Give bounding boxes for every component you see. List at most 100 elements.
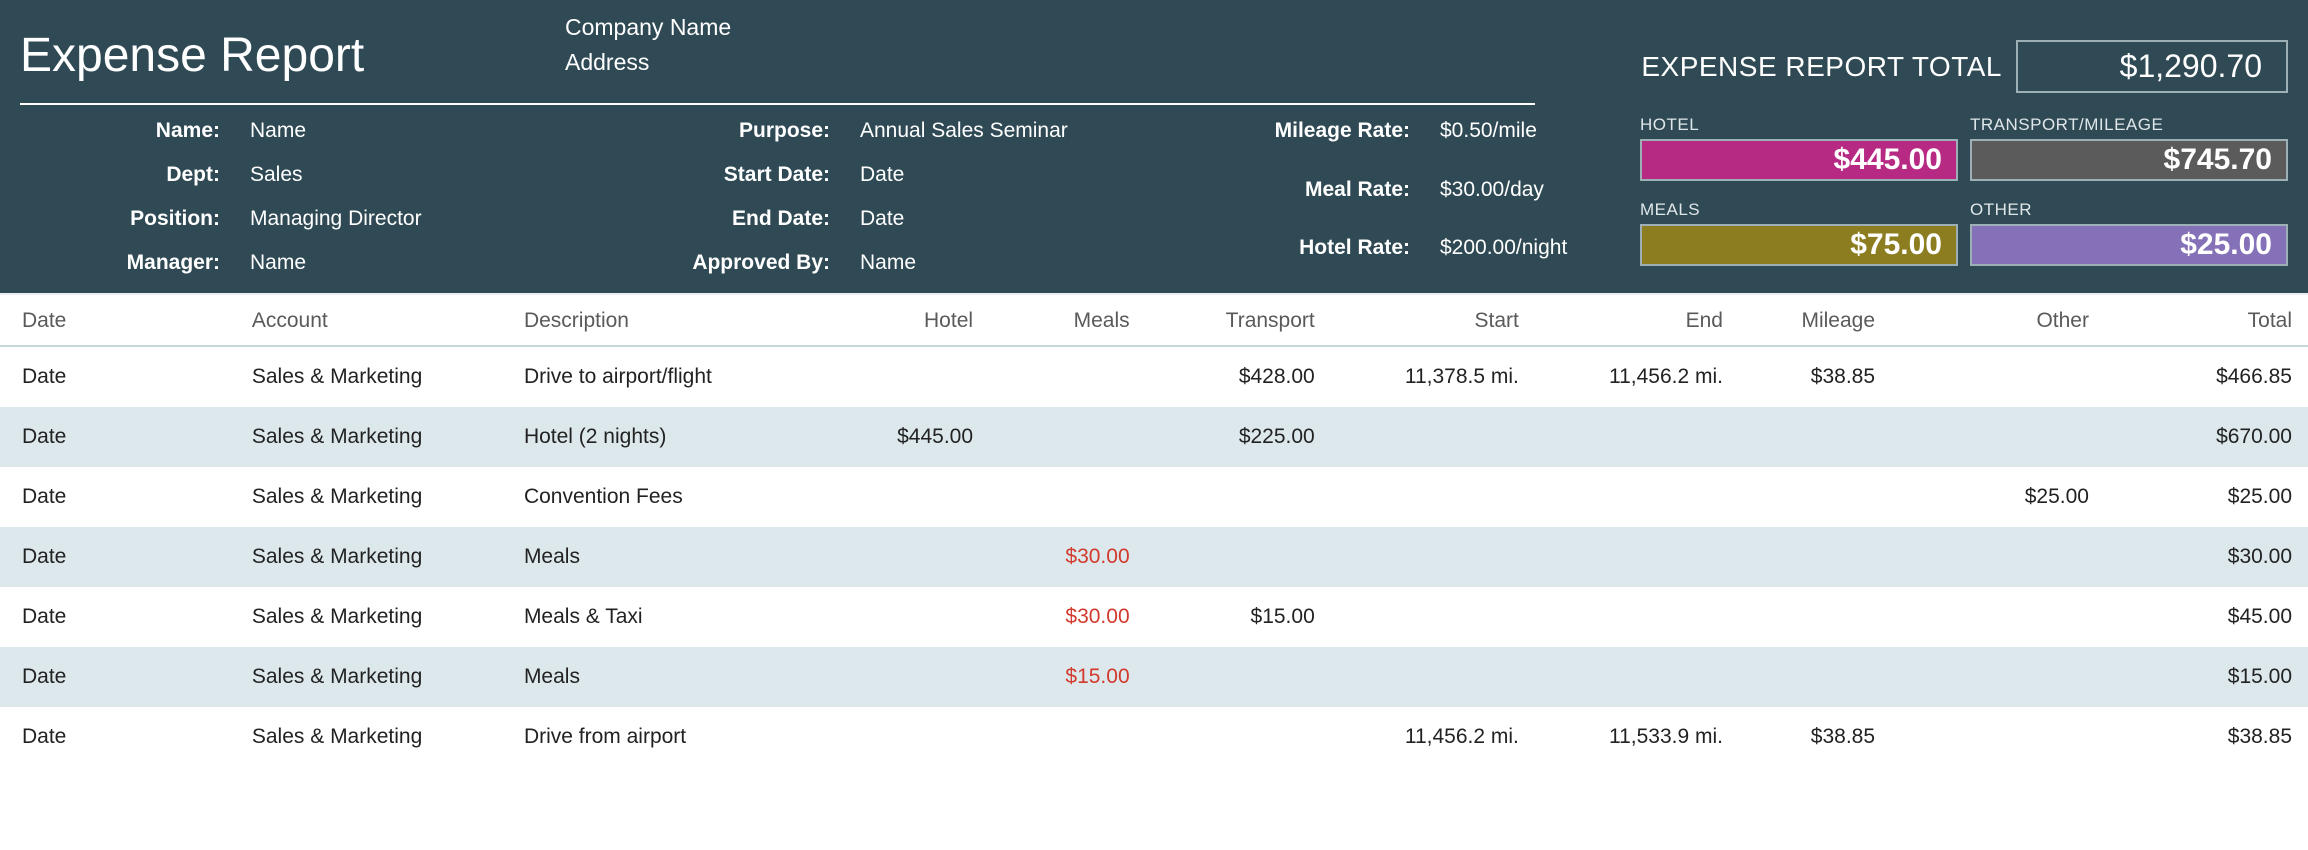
start-date-value: Date — [860, 163, 1170, 187]
cell-hotel — [815, 587, 989, 647]
dept-value: Sales — [250, 163, 570, 187]
cell-end — [1535, 527, 1739, 587]
cell-date: Date — [0, 707, 230, 767]
cell-end — [1535, 587, 1739, 647]
cell-description: Drive to airport/flight — [502, 346, 815, 407]
col-description: Description — [502, 294, 815, 346]
cell-end — [1535, 467, 1739, 527]
col-mileage: Mileage — [1739, 294, 1891, 346]
tile-transport: TRANSPORT/MILEAGE $745.70 — [1970, 115, 2288, 190]
cell-transport — [1146, 527, 1331, 587]
cell-mileage — [1739, 467, 1891, 527]
cell-description: Drive from airport — [502, 707, 815, 767]
tile-hotel-label: HOTEL — [1640, 115, 1958, 135]
dept-label: Dept: — [20, 163, 250, 187]
table-row: DateSales & MarketingMeals & Taxi$30.00$… — [0, 587, 2308, 647]
cell-date: Date — [0, 407, 230, 467]
cell-start — [1331, 647, 1535, 707]
cell-meals: $15.00 — [989, 647, 1146, 707]
cell-mileage: $38.85 — [1739, 707, 1891, 767]
manager-label: Manager: — [20, 251, 250, 275]
col-other: Other — [1891, 294, 2105, 346]
meal-rate-label: Meal Rate: — [1200, 178, 1440, 217]
company-name: Company Name — [565, 14, 1205, 41]
cell-transport: $15.00 — [1146, 587, 1331, 647]
cell-end — [1535, 647, 1739, 707]
cell-transport: $225.00 — [1146, 407, 1331, 467]
company-address: Address — [565, 49, 1205, 76]
cell-account: Sales & Marketing — [230, 407, 502, 467]
position-value: Managing Director — [250, 207, 570, 231]
tile-other-value: $25.00 — [1970, 224, 2288, 266]
cell-total: $45.00 — [2105, 587, 2308, 647]
cell-description: Meals & Taxi — [502, 587, 815, 647]
meal-rate-value: $30.00/day — [1440, 178, 1600, 217]
cell-total: $670.00 — [2105, 407, 2308, 467]
report-header: Expense Report Company Name Address EXPE… — [0, 0, 2308, 293]
position-label: Position: — [20, 207, 250, 231]
cell-other — [1891, 346, 2105, 407]
cell-total: $25.00 — [2105, 467, 2308, 527]
cell-account: Sales & Marketing — [230, 647, 502, 707]
header-info-grid: Name: Name Purpose: Annual Sales Seminar… — [20, 113, 2288, 275]
start-date-label: Start Date: — [570, 163, 860, 187]
cell-other — [1891, 647, 2105, 707]
tile-hotel: HOTEL $445.00 — [1640, 115, 1958, 190]
cell-mileage — [1739, 407, 1891, 467]
hotel-rate-value: $200.00/night — [1440, 236, 1600, 275]
company-block: Company Name Address — [565, 10, 1205, 84]
cell-transport — [1146, 467, 1331, 527]
cell-transport: $428.00 — [1146, 346, 1331, 407]
cell-date: Date — [0, 346, 230, 407]
table-row: DateSales & MarketingConvention Fees$25.… — [0, 467, 2308, 527]
approved-value: Name — [860, 251, 1170, 275]
cell-description: Hotel (2 nights) — [502, 407, 815, 467]
cell-description: Meals — [502, 647, 815, 707]
cell-start — [1331, 587, 1535, 647]
cell-hotel — [815, 707, 989, 767]
cell-other — [1891, 527, 2105, 587]
cell-end: 11,456.2 mi. — [1535, 346, 1739, 407]
cell-meals — [989, 467, 1146, 527]
cell-account: Sales & Marketing — [230, 707, 502, 767]
table-header: Date Account Description Hotel Meals Tra… — [0, 294, 2308, 346]
tile-other: OTHER $25.00 — [1970, 200, 2288, 275]
cell-end: 11,533.9 mi. — [1535, 707, 1739, 767]
cell-meals — [989, 407, 1146, 467]
cell-meals: $30.00 — [989, 587, 1146, 647]
table-row: DateSales & MarketingMeals$30.00$30.00 — [0, 527, 2308, 587]
cell-start — [1331, 527, 1535, 587]
mileage-rate-label: Mileage Rate: — [1200, 119, 1440, 158]
mileage-rate-value: $0.50/mile — [1440, 119, 1600, 158]
hotel-rate-label: Hotel Rate: — [1200, 236, 1440, 275]
cell-hotel — [815, 346, 989, 407]
table-row: DateSales & MarketingHotel (2 nights)$44… — [0, 407, 2308, 467]
cell-account: Sales & Marketing — [230, 587, 502, 647]
name-label: Name: — [20, 119, 250, 143]
cell-total: $38.85 — [2105, 707, 2308, 767]
cell-end — [1535, 407, 1739, 467]
cell-hotel: $445.00 — [815, 407, 989, 467]
end-date-label: End Date: — [570, 207, 860, 231]
col-hotel: Hotel — [815, 294, 989, 346]
cell-description: Meals — [502, 527, 815, 587]
grand-total-label: EXPENSE REPORT TOTAL — [1641, 51, 2002, 83]
cell-account: Sales & Marketing — [230, 467, 502, 527]
cell-other — [1891, 407, 2105, 467]
cell-date: Date — [0, 527, 230, 587]
manager-value: Name — [250, 251, 570, 275]
purpose-value: Annual Sales Seminar — [860, 119, 1170, 143]
expense-report-page: Expense Report Company Name Address EXPE… — [0, 0, 2308, 767]
cell-mileage — [1739, 647, 1891, 707]
header-divider — [20, 103, 1535, 105]
cell-total: $15.00 — [2105, 647, 2308, 707]
cell-description: Convention Fees — [502, 467, 815, 527]
rates-block: Mileage Rate: $0.50/mile Meal Rate: $30.… — [1200, 113, 1600, 275]
table-row: DateSales & MarketingDrive from airport 1… — [0, 707, 2308, 767]
cell-start — [1331, 467, 1535, 527]
table-row: DateSales & MarketingMeals$15.00$15.00 — [0, 647, 2308, 707]
table-body: DateSales & MarketingDrive to airport/fl… — [0, 346, 2308, 767]
col-end: End — [1535, 294, 1739, 346]
cell-start: 11,456.2 mi. — [1331, 707, 1535, 767]
tile-meals-value: $75.00 — [1640, 224, 1958, 266]
